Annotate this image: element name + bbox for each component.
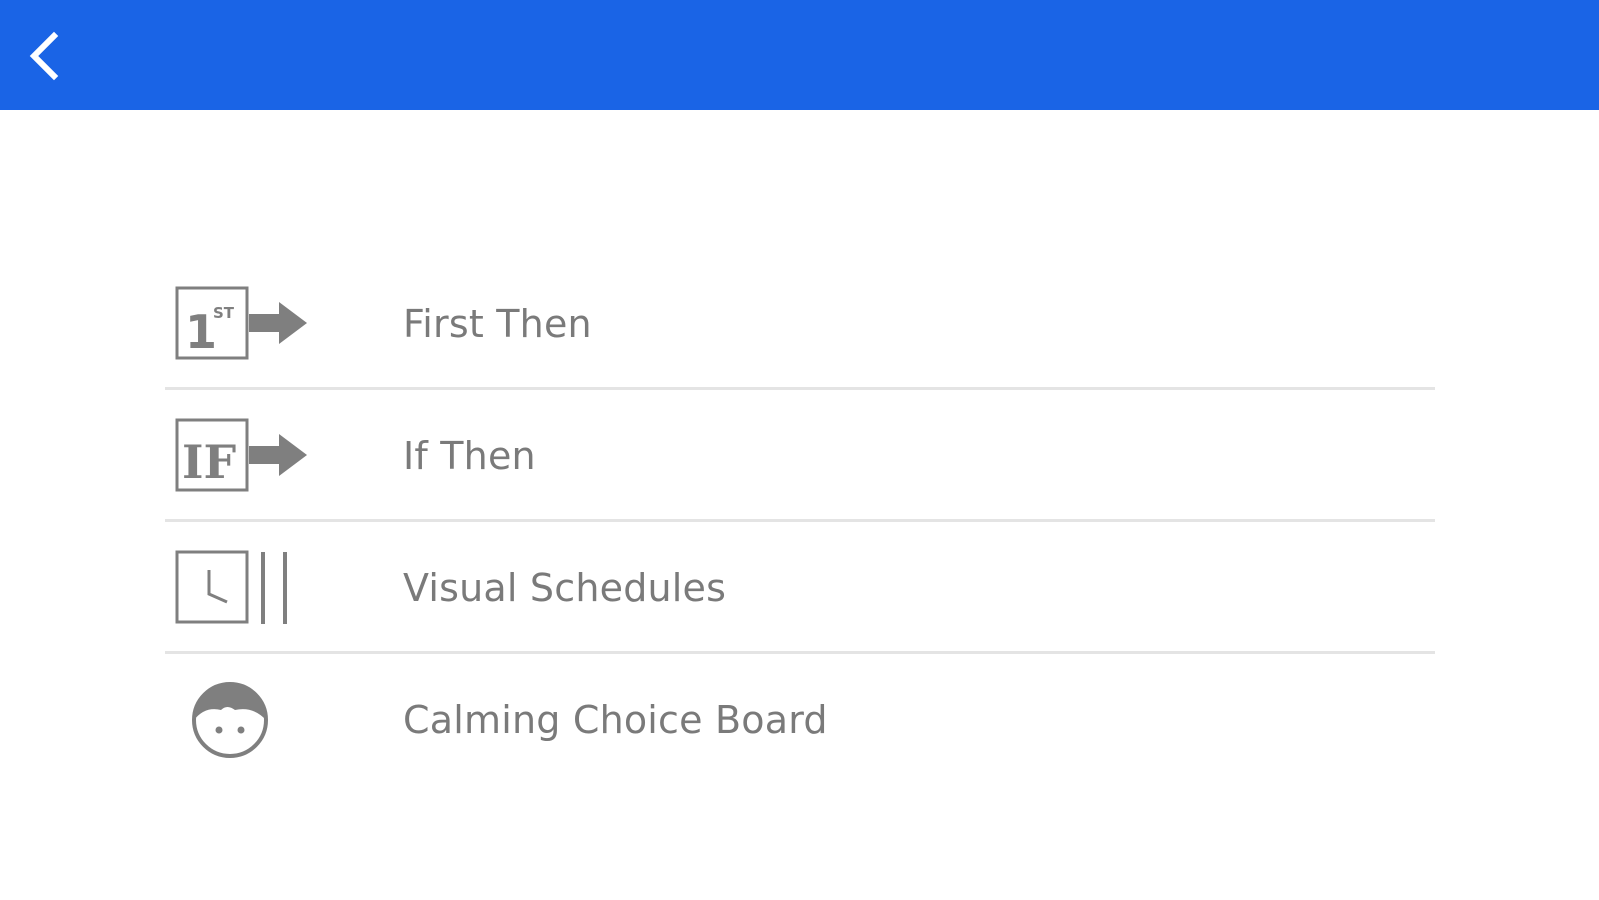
face-icon bbox=[175, 680, 315, 760]
menu-item-label: Visual Schedules bbox=[403, 566, 727, 610]
app-screen: 1 ST First Then IF If Then Visual Schedu… bbox=[0, 0, 1599, 900]
menu-list: 1 ST First Then IF If Then Visual Schedu… bbox=[165, 258, 1435, 786]
menu-item-first-then[interactable]: 1 ST First Then bbox=[165, 258, 1435, 390]
menu-item-label: If Then bbox=[403, 434, 536, 478]
menu-item-label: First Then bbox=[403, 302, 592, 346]
first-then-icon: 1 ST bbox=[175, 284, 315, 364]
top-app-bar bbox=[0, 0, 1599, 110]
svg-text:IF: IF bbox=[182, 435, 237, 489]
menu-item-visual-schedules[interactable]: Visual Schedules bbox=[165, 522, 1435, 654]
menu-item-label: Calming Choice Board bbox=[403, 698, 828, 742]
svg-text:ST: ST bbox=[213, 304, 235, 322]
menu-item-calming-choice-board[interactable]: Calming Choice Board bbox=[165, 654, 1435, 786]
if-then-icon: IF bbox=[175, 416, 315, 496]
clock-schedule-icon bbox=[175, 548, 315, 628]
back-button[interactable] bbox=[18, 30, 70, 82]
menu-item-if-then[interactable]: IF If Then bbox=[165, 390, 1435, 522]
chevron-left-icon bbox=[29, 31, 59, 81]
